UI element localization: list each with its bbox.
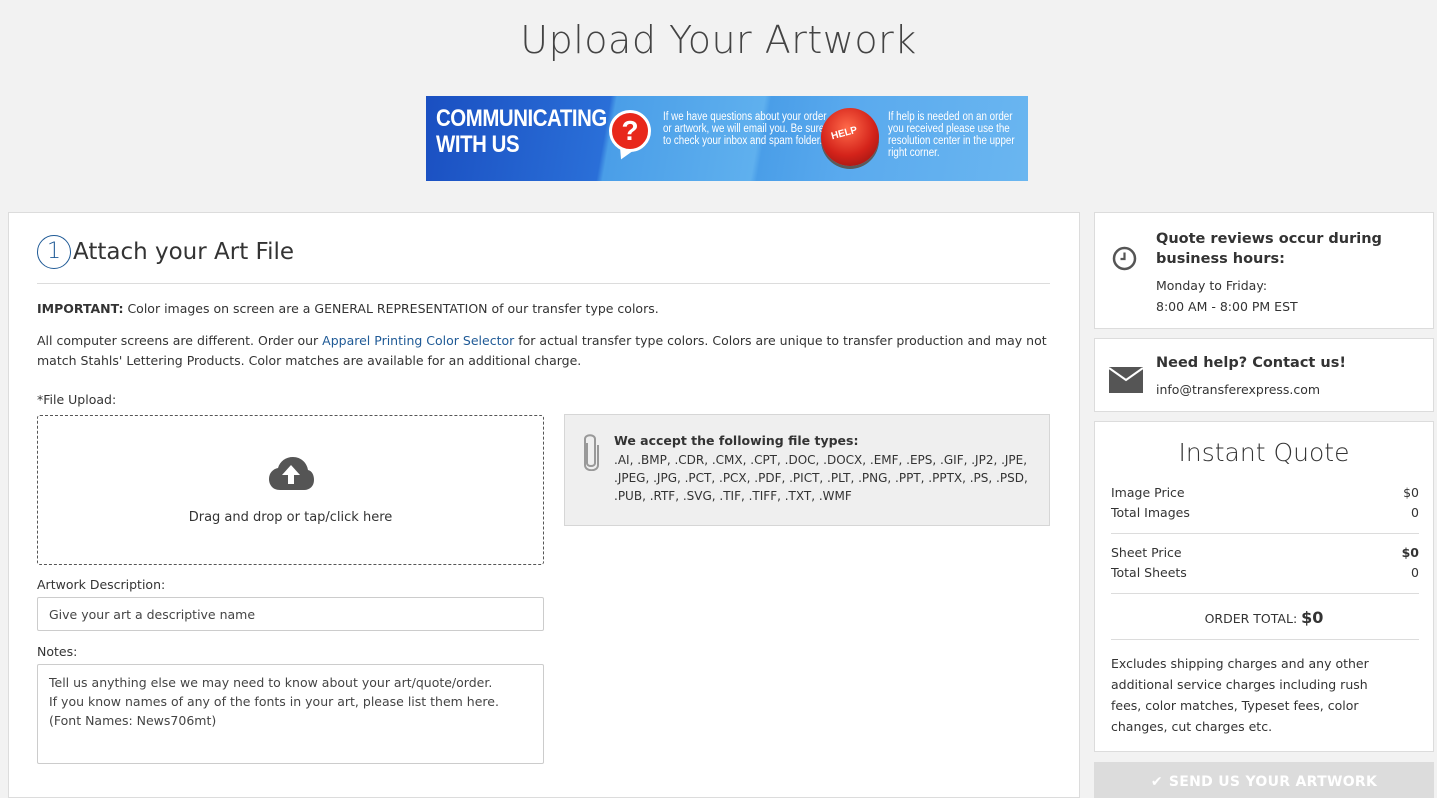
artwork-description-label: Artwork Description: [37, 577, 166, 592]
color-info-paragraph: All computer screens are different. Orde… [37, 331, 1052, 371]
sheet-price-label: Sheet Price [1111, 545, 1182, 560]
check-icon: ✔ [1150, 774, 1163, 790]
step-number: 1 [37, 235, 71, 269]
communicating-banner: COMMUNICATING WITH US ? If we have quest… [426, 96, 1028, 181]
hours-title: Quote reviews occur during business hour… [1156, 231, 1382, 267]
image-price-row: Image Price $0 [1111, 485, 1419, 500]
order-total-label: ORDER TOTAL: [1204, 611, 1298, 626]
quote-divider [1111, 639, 1419, 640]
dropzone-text: Drag and drop or tap/click here [188, 510, 393, 525]
send-artwork-label: SEND US YOUR ARTWORK [1168, 774, 1378, 790]
total-images-row: Total Images 0 [1111, 505, 1419, 520]
contact-email: info@transferexpress.com [1156, 382, 1321, 397]
help-label: HELP [830, 124, 859, 143]
banner-title: COMMUNICATING WITH US [436, 106, 607, 158]
instant-quote-card: Instant Quote Image Price $0 Total Images… [1094, 421, 1434, 752]
contact-card: Need help? Contact us! info@transferexpr… [1094, 338, 1434, 412]
artwork-description-input[interactable] [37, 597, 544, 631]
file-dropzone[interactable]: Drag and drop or tap/click here [37, 415, 544, 565]
clock-icon [1112, 246, 1137, 271]
quote-divider [1111, 533, 1419, 534]
sheet-price-value: $0 [1401, 545, 1419, 560]
hours-times: 8:00 AM - 8:00 PM EST [1156, 299, 1298, 314]
step-header: 1 Attach your Art File [37, 235, 294, 269]
page-title: Upload Your Artwork [520, 18, 917, 62]
quote-title: Instant Quote [1178, 438, 1350, 467]
total-images-value: 0 [1411, 505, 1419, 520]
excludes-note: Excludes shipping charges and any other … [1111, 656, 1369, 734]
image-price-value: $0 [1403, 485, 1419, 500]
contact-title: Need help? Contact us! [1156, 355, 1346, 371]
important-notice: IMPORTANT: Color images on screen are a … [37, 301, 659, 316]
banner-title-line1: COMMUNICATING [436, 105, 607, 132]
envelope-icon [1109, 367, 1143, 393]
total-sheets-value: 0 [1411, 565, 1419, 580]
para-text-before: All computer screens are different. Orde… [37, 333, 323, 348]
total-images-label: Total Images [1111, 505, 1190, 520]
question-icon: ? [609, 110, 651, 152]
order-total-value: $0 [1301, 608, 1324, 627]
business-hours-card: Quote reviews occur during business hour… [1094, 212, 1434, 329]
file-types-list: .AI, .BMP, .CDR, .CMX, .CPT, .DOC, .DOCX… [614, 453, 1028, 503]
banner-text-help: If help is needed on an order you receiv… [888, 111, 1015, 159]
banner-text-questions: If we have questions about your order or… [663, 111, 827, 147]
notes-label: Notes: [37, 644, 78, 659]
important-text: Color images on screen are a GENERAL REP… [123, 301, 659, 316]
total-sheets-row: Total Sheets 0 [1111, 565, 1419, 580]
paperclip-icon [584, 434, 599, 471]
hours-days: Monday to Friday: [1156, 278, 1268, 293]
notes-textarea[interactable] [37, 664, 544, 764]
cloud-upload-icon [269, 457, 314, 490]
order-total: ORDER TOTAL: $0 [1095, 608, 1433, 627]
file-types-title: We accept the following file types: [614, 433, 859, 448]
image-price-label: Image Price [1111, 485, 1185, 500]
file-types-box: We accept the following file types: .AI,… [564, 414, 1050, 526]
divider [37, 283, 1050, 284]
attach-art-card: 1 Attach your Art File IMPORTANT: Color … [8, 212, 1080, 798]
quote-divider [1111, 593, 1419, 594]
step-title: Attach your Art File [73, 239, 295, 265]
help-button-icon: HELP [821, 108, 879, 166]
file-upload-label: *File Upload: [37, 392, 117, 407]
total-sheets-label: Total Sheets [1111, 565, 1187, 580]
sheet-price-row: Sheet Price $0 [1111, 545, 1419, 560]
send-artwork-button[interactable]: ✔ SEND US YOUR ARTWORK [1094, 762, 1434, 798]
color-selector-link[interactable]: Apparel Printing Color Selector [322, 333, 514, 348]
important-label: IMPORTANT: [37, 301, 124, 316]
banner-title-line2: WITH US [436, 131, 520, 158]
